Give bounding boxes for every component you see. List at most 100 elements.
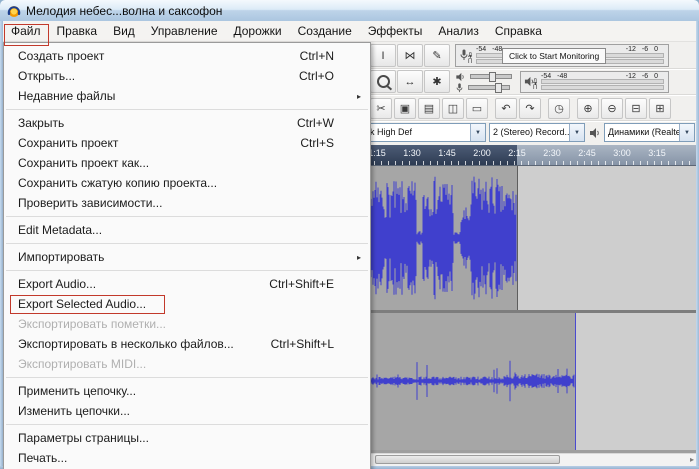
menu-item-save-project-as[interactable]: Сохранить проект как... [4,153,370,173]
time-label: 3:15 [648,148,666,158]
cut-button[interactable]: ✂ [370,98,392,119]
sync-lock-button[interactable]: ◷ [548,98,570,119]
scroll-right-icon[interactable]: ▸ [690,454,694,465]
menu-transport[interactable]: Управление [143,21,226,41]
trim-icon: ◫ [448,102,458,115]
meter-lane-left: Л [541,79,664,84]
fit-project-button[interactable]: ⊞ [649,98,671,119]
meter-lane-right: П [541,85,664,90]
menu-item-edit-metadata[interactable]: Edit Metadata... [4,220,370,240]
time-shift-tool-button[interactable]: ↔ [397,70,423,93]
menu-item-print[interactable]: Печать... [4,448,370,468]
undo-button[interactable]: ↶ [495,98,517,119]
selection-tool-icon: I [381,50,384,62]
multi-tool-button[interactable]: ✱ [424,70,450,93]
envelope-tool-button[interactable]: ⋈ [397,44,423,67]
menu-item-label: Изменить цепочки... [18,404,130,418]
menu-item-label: Параметры страницы... [18,431,149,445]
envelope-tool-icon: ⋈ [405,49,416,62]
menu-separator [4,213,370,220]
menu-item-label: Export Audio... [18,277,96,291]
fit-selection-button[interactable]: ⊟ [625,98,647,119]
menu-item-shortcut: Ctrl+O [299,69,334,83]
file-menu: Создать проектCtrl+N Открыть... Ctrl+O Не… [3,42,371,469]
zoom-out-icon: ⊖ [607,102,616,115]
menu-item-recent-files[interactable]: Недавние файлы ▸ [4,86,370,106]
cut-icon: ✂ [376,102,385,115]
multi-tool-icon: ✱ [432,75,441,88]
slider-thumb[interactable] [489,72,496,82]
draw-tool-icon: ✎ [432,49,441,62]
submenu-arrow-icon: ▸ [357,92,361,101]
silence-button[interactable]: ▭ [466,98,488,119]
time-label: 1:30 [403,148,421,158]
menu-item-close[interactable]: ЗакрытьCtrl+W [4,113,370,133]
dropdown-arrow-icon[interactable]: ▼ [569,124,584,141]
menu-item-export-labels: Экспортировать пометки... [4,314,370,334]
input-volume-slider[interactable] [468,85,510,90]
menu-generate[interactable]: Создание [290,21,360,41]
menu-item-shortcut: Ctrl+Shift+E [269,277,334,291]
menu-item-new-project[interactable]: Создать проектCtrl+N [4,46,370,66]
menu-item-save-compressed-copy[interactable]: Сохранить сжатую копию проекта... [4,173,370,193]
menu-item-label: Открыть... [18,69,75,83]
menu-item-label: Сохранить сжатую копию проекта... [18,176,217,190]
menu-item-save-project[interactable]: Сохранить проектCtrl+S [4,133,370,153]
time-label: 1:45 [438,148,456,158]
scrollbar-thumb[interactable] [375,455,560,464]
menu-separator [4,267,370,274]
slider-thumb[interactable] [495,83,502,93]
zoom-tool-button[interactable] [370,70,396,93]
menu-item-open[interactable]: Открыть... Ctrl+O [4,66,370,86]
redo-icon: ↷ [525,102,534,115]
dropdown-arrow-icon[interactable]: ▼ [679,124,694,141]
menu-item-label: Экспортировать в несколько файлов... [18,337,234,351]
menu-analyze[interactable]: Анализ [430,21,487,41]
menu-file[interactable]: Файл [3,21,49,41]
menu-item-edit-chains[interactable]: Изменить цепочки... [4,401,370,421]
menu-item-shortcut: Ctrl+W [297,116,334,130]
microphone-icon [455,83,464,93]
trim-button[interactable]: ◫ [442,98,464,119]
menu-effects[interactable]: Эффекты [360,21,431,41]
recording-channels-value: 2 (Stereo) Record... [493,127,569,137]
menu-item-export-multiple[interactable]: Экспортировать в несколько файлов...Ctrl… [4,334,370,354]
zoom-out-button[interactable]: ⊖ [601,98,623,119]
output-volume-slider[interactable] [470,74,512,79]
menu-separator [4,240,370,247]
menu-tracks[interactable]: Дорожки [226,21,290,41]
dropdown-arrow-icon[interactable]: ▼ [470,124,485,141]
menu-view[interactable]: Вид [105,21,143,41]
menu-edit[interactable]: Правка [49,21,106,41]
paste-button[interactable]: ▤ [418,98,440,119]
menu-item-apply-chain[interactable]: Применить цепочку... [4,381,370,401]
menu-item-export-audio[interactable]: Export Audio... Ctrl+Shift+E [4,274,370,294]
selection-tool-button[interactable]: I [370,44,396,67]
menu-help[interactable]: Справка [487,21,550,41]
menu-item-export-selected-audio[interactable]: Export Selected Audio... [4,294,370,314]
zoom-in-icon: ⊕ [583,102,592,115]
recording-meter[interactable]: ▼ -54 -48 -12 -6 0 Л П Click to Start Mo… [455,44,669,67]
playback-device-value: Динамики (Realtek High Defi [608,127,679,137]
draw-tool-button[interactable]: ✎ [424,44,450,67]
meter-lanes: Л П [541,78,664,90]
menu-item-label: Создать проект [18,49,104,63]
submenu-arrow-icon: ▸ [357,253,361,262]
playback-device-select[interactable]: Динамики (Realtek High Defi ▼ [604,123,695,142]
recording-channels-select[interactable]: 2 (Stereo) Record... ▼ [489,123,585,142]
menu-item-page-setup[interactable]: Параметры страницы... [4,428,370,448]
menu-separator [4,421,370,428]
menu-item-label: Недавние файлы [18,89,115,103]
copy-button[interactable]: ▣ [394,98,416,119]
menu-item-check-dependencies[interactable]: Проверить зависимости... [4,193,370,213]
menu-item-label: Сохранить проект [18,136,118,150]
start-monitoring-button[interactable]: Click to Start Monitoring [502,48,606,64]
menu-separator [4,106,370,113]
playback-meter[interactable]: ▼ -54 -48 -12 -6 0 Л П [520,71,669,93]
menu-item-label: Экспортировать пометки... [18,317,166,331]
silence-icon: ▭ [472,102,482,115]
fit-selection-icon: ⊟ [631,102,640,115]
redo-button[interactable]: ↷ [519,98,541,119]
menu-item-import[interactable]: Импортировать▸ [4,247,370,267]
zoom-in-button[interactable]: ⊕ [577,98,599,119]
